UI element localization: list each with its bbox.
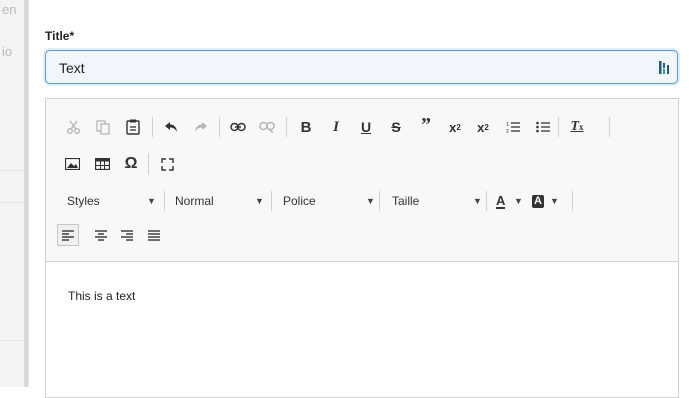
bg-color-button[interactable]: A ▼ bbox=[532, 191, 559, 211]
editor-content-text[interactable]: This is a text bbox=[68, 289, 135, 303]
bg-color-icon: A bbox=[532, 194, 544, 208]
chevron-down-icon: ▼ bbox=[366, 196, 375, 206]
bold-icon[interactable]: B bbox=[296, 116, 316, 138]
text-color-button[interactable]: A ▼ bbox=[496, 191, 523, 211]
bullet-list-icon[interactable] bbox=[532, 116, 554, 138]
format-dropdown[interactable]: Normal ▼ bbox=[175, 191, 264, 211]
toolbar-separator bbox=[609, 117, 610, 137]
rich-text-editor: B I U S ” x2 x2 12 Tx Ω Styles ▼ Normal … bbox=[45, 98, 679, 398]
title-input[interactable]: Text bbox=[45, 50, 678, 84]
special-char-icon[interactable]: Ω bbox=[120, 153, 142, 175]
styles-dropdown[interactable]: Styles ▼ bbox=[67, 191, 156, 211]
unlink-icon[interactable] bbox=[256, 116, 278, 138]
image-icon[interactable] bbox=[61, 153, 83, 175]
font-dropdown-label: Police bbox=[283, 194, 316, 208]
format-dropdown-label: Normal bbox=[175, 194, 214, 208]
link-icon[interactable] bbox=[227, 116, 249, 138]
italic-icon[interactable]: I bbox=[326, 116, 346, 138]
chevron-down-icon: ▼ bbox=[514, 196, 523, 206]
numbered-list-icon[interactable]: 12 bbox=[502, 116, 524, 138]
toolbar-separator bbox=[164, 191, 165, 211]
editor-toolbar: B I U S ” x2 x2 12 Tx Ω Styles ▼ Normal … bbox=[46, 99, 678, 262]
background-scrollbar bbox=[24, 0, 28, 387]
background-text-fragment: en bbox=[2, 2, 17, 17]
copy-icon[interactable] bbox=[92, 116, 114, 138]
chevron-down-icon: ▼ bbox=[550, 196, 559, 206]
cut-icon[interactable] bbox=[62, 116, 84, 138]
redo-icon[interactable] bbox=[190, 116, 212, 138]
title-field-label: Title* bbox=[45, 29, 75, 43]
undo-icon[interactable] bbox=[160, 116, 182, 138]
align-right-icon[interactable] bbox=[116, 224, 138, 246]
size-dropdown-label: Taille bbox=[392, 194, 420, 208]
size-dropdown[interactable]: Taille ▼ bbox=[392, 191, 482, 211]
align-center-icon[interactable] bbox=[90, 224, 112, 246]
maximize-icon[interactable] bbox=[156, 153, 178, 175]
table-icon[interactable] bbox=[91, 153, 113, 175]
chevron-down-icon: ▼ bbox=[147, 196, 156, 206]
styles-dropdown-label: Styles bbox=[67, 194, 100, 208]
underline-icon[interactable]: U bbox=[356, 116, 376, 138]
remove-format-icon[interactable]: Tx bbox=[566, 116, 588, 138]
background-text-fragment: io bbox=[2, 44, 13, 59]
toolbar-separator bbox=[286, 117, 287, 137]
strike-icon[interactable]: S bbox=[386, 116, 406, 138]
toolbar-separator bbox=[219, 117, 220, 137]
toolbar-separator bbox=[486, 191, 487, 211]
blockquote-icon[interactable]: ” bbox=[414, 114, 438, 136]
svg-text:2: 2 bbox=[506, 129, 509, 134]
font-dropdown[interactable]: Police ▼ bbox=[283, 191, 375, 211]
justify-icon[interactable] bbox=[143, 224, 165, 246]
toolbar-separator bbox=[148, 154, 149, 174]
toolbar-separator bbox=[379, 191, 380, 211]
superscript-icon[interactable]: x2 bbox=[472, 116, 494, 138]
title-input-value: Text bbox=[59, 60, 85, 76]
toolbar-separator bbox=[152, 117, 153, 137]
paste-icon[interactable] bbox=[122, 116, 144, 138]
chevron-down-icon: ▼ bbox=[255, 196, 264, 206]
chevron-down-icon: ▼ bbox=[473, 196, 482, 206]
align-left-icon[interactable] bbox=[57, 224, 79, 246]
grammar-extension-icon[interactable] bbox=[658, 59, 672, 77]
svg-text:1: 1 bbox=[506, 122, 509, 128]
text-color-icon: A bbox=[496, 192, 506, 209]
toolbar-separator bbox=[558, 117, 559, 137]
toolbar-separator bbox=[572, 191, 573, 211]
subscript-icon[interactable]: x2 bbox=[444, 116, 466, 138]
toolbar-separator bbox=[271, 191, 272, 211]
